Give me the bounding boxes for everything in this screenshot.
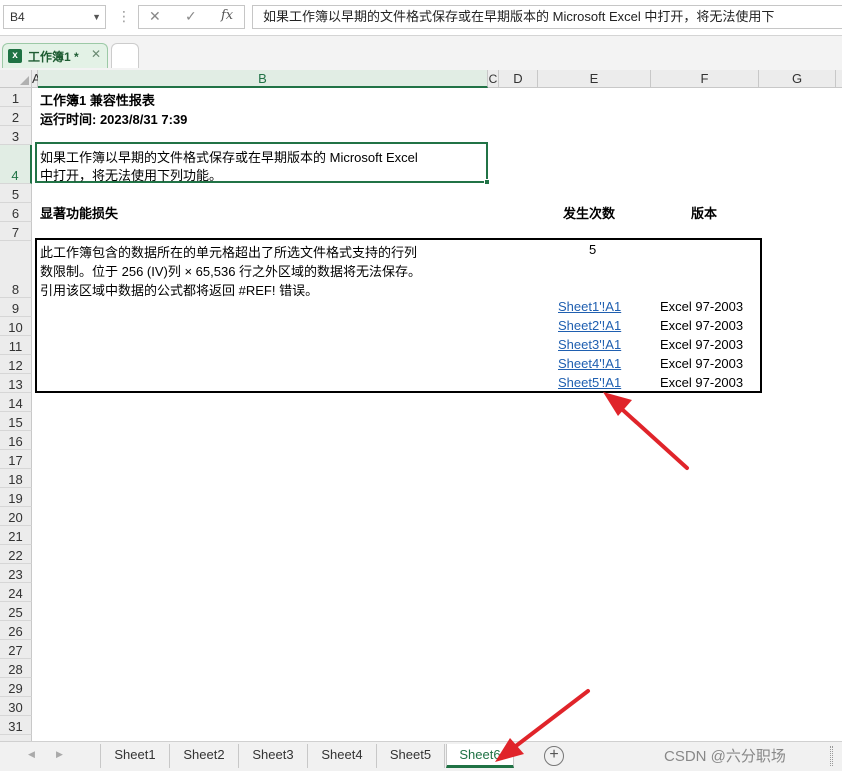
annotation-arrows: [495, 392, 689, 762]
arrow-to-sheet6: [495, 689, 590, 762]
arrow-to-links: [603, 392, 689, 470]
